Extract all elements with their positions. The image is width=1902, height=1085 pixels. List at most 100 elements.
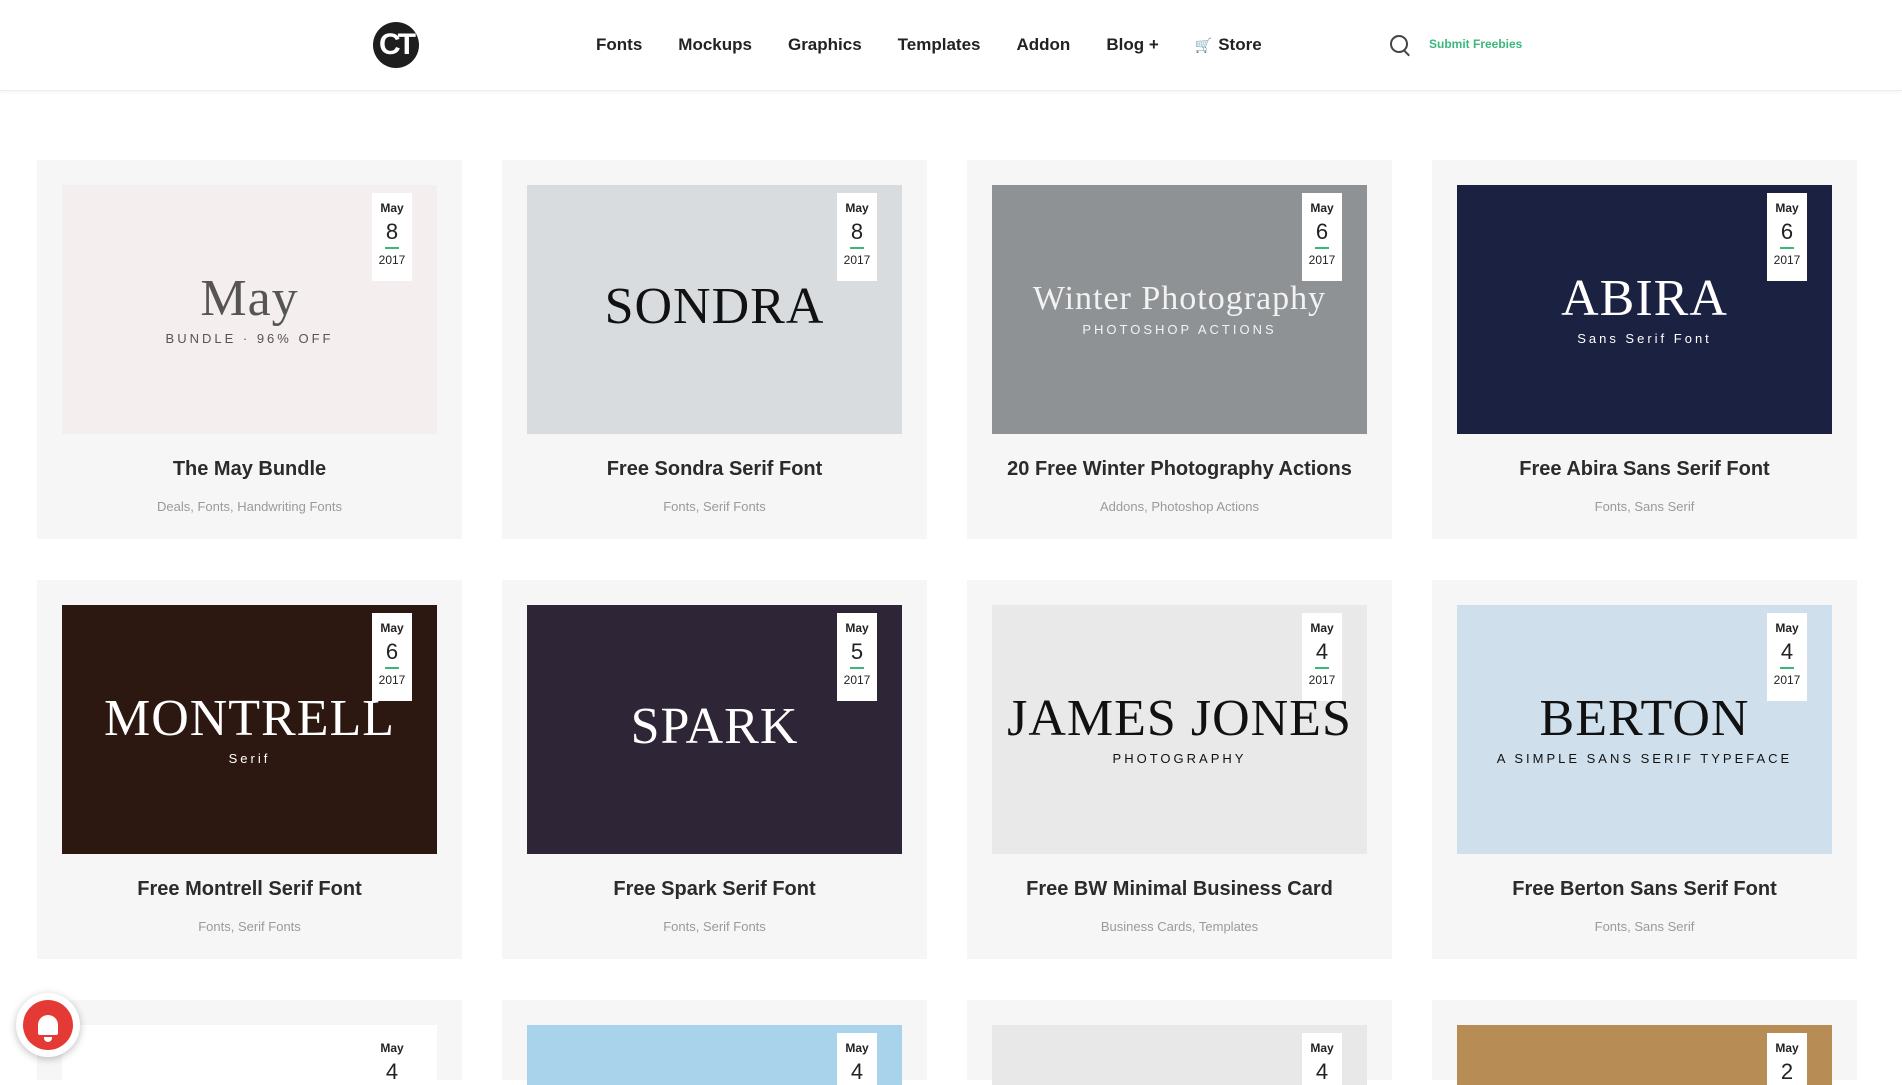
post-categories: Business Cards, Templates: [967, 919, 1392, 934]
category-link[interactable]: Fonts: [1595, 499, 1628, 514]
post-card: Winter Photography PHOTOSHOP ACTIONS May 6 2…: [967, 160, 1392, 539]
category-link[interactable]: Serif Fonts: [703, 499, 766, 514]
category-link[interactable]: Fonts: [663, 499, 696, 514]
date-day: 4: [385, 1059, 399, 1084]
thumbnail-title-text: MONTRELL: [103, 690, 396, 747]
category-link[interactable]: Serif Fonts: [238, 919, 301, 934]
nav-label: Graphics: [787, 35, 862, 54]
date-month: May: [1775, 1041, 1799, 1055]
post-thumbnail[interactable]: MONTRELL Serif May 6 2017: [62, 605, 437, 854]
post-thumbnail[interactable]: May 4: [992, 1025, 1367, 1085]
nav-item-graphics[interactable]: Graphics: [788, 35, 862, 55]
date-divider: [1780, 667, 1794, 669]
post-card: BERTON A SIMPLE SANS SERIF TYPEFACE May 4 20…: [1432, 580, 1857, 959]
post-card: SPARK May 5 2017 Free Spark Serif Font Fonts,…: [502, 580, 927, 959]
post-thumbnail[interactable]: May BUNDLE · 96% OFF May 8 2017: [62, 185, 437, 434]
post-title[interactable]: Free Montrell Serif Font: [37, 878, 462, 901]
date-day: 6: [1780, 219, 1794, 244]
nav-item-mockups[interactable]: Mockups: [678, 35, 752, 55]
date-badge: May 6 2017: [1767, 193, 1807, 281]
post-thumbnail[interactable]: SPARK May 5 2017: [527, 605, 902, 854]
date-month: May: [1310, 201, 1334, 215]
category-separator: ,: [695, 919, 703, 934]
date-divider: [385, 667, 399, 669]
post-thumbnail[interactable]: JAMES JONES PHOTOGRAPHY May 4 2017: [992, 605, 1367, 854]
post-title[interactable]: Free Sondra Serif Font: [502, 458, 927, 481]
category-link[interactable]: Photoshop Actions: [1151, 499, 1259, 514]
date-day: 4: [1780, 639, 1794, 664]
date-month: May: [380, 621, 404, 635]
post-categories: Fonts, Serif Fonts: [502, 919, 927, 934]
post-card: May 4: [37, 1000, 462, 1085]
post-title[interactable]: 20 Free Winter Photography Actions: [967, 458, 1392, 481]
date-badge: May 6 2017: [1302, 193, 1342, 281]
nav-item-templates[interactable]: Templates: [898, 35, 981, 55]
date-month: May: [845, 1041, 869, 1055]
date-day: 2: [1780, 1059, 1794, 1084]
date-year: 2017: [843, 253, 871, 267]
thumbnail-title-text: BERTON: [1539, 690, 1750, 747]
nav-item-store[interactable]: 🛒 Store: [1195, 35, 1262, 55]
thumbnail-subtitle-text: Sans Serif Font: [1577, 331, 1712, 346]
category-link[interactable]: Deals: [157, 499, 190, 514]
date-year: 2017: [1308, 253, 1336, 267]
post-thumbnail[interactable]: BERTON A SIMPLE SANS SERIF TYPEFACE May 4 20…: [1457, 605, 1832, 854]
category-link[interactable]: Handwriting Fonts: [237, 499, 342, 514]
nav-label: Templates: [897, 35, 981, 54]
main-nav: Fonts Mockups Graphics Templates Addon Blog +…: [596, 0, 1298, 90]
post-categories: Fonts, Sans Serif: [1432, 499, 1857, 514]
date-month: May: [845, 201, 869, 215]
category-link[interactable]: Fonts: [197, 499, 230, 514]
nav-item-addon[interactable]: Addon: [1017, 35, 1071, 55]
category-link[interactable]: Serif Fonts: [703, 919, 766, 934]
thumbnail-title-text: Winter Photography: [1032, 280, 1327, 317]
date-month: May: [1775, 201, 1799, 215]
category-link[interactable]: Fonts: [1595, 919, 1628, 934]
post-thumbnail[interactable]: May 4: [527, 1025, 902, 1085]
nav-item-fonts[interactable]: Fonts: [596, 35, 642, 55]
post-title[interactable]: The May Bundle: [37, 458, 462, 481]
post-thumbnail[interactable]: SONDRA May 8 2017: [527, 185, 902, 434]
post-thumbnail[interactable]: ABIRA Sans Serif Font May 6 2017: [1457, 185, 1832, 434]
date-divider: [850, 247, 864, 249]
search-icon[interactable]: [1390, 35, 1408, 53]
date-month: May: [1775, 621, 1799, 635]
post-thumbnail[interactable]: Winter Photography PHOTOSHOP ACTIONS May 6 2…: [992, 185, 1367, 434]
nav-label: Addon: [1016, 35, 1071, 54]
thumbnail-title-text: JAMES JONES: [1007, 690, 1352, 747]
date-day: 6: [1315, 219, 1329, 244]
site-logo[interactable]: CT: [373, 22, 419, 68]
category-link[interactable]: Sans Serif: [1634, 919, 1694, 934]
date-month: May: [1310, 1041, 1334, 1055]
nav-item-blog[interactable]: Blog +: [1106, 35, 1158, 55]
thumbnail-title-text: May: [200, 270, 299, 327]
thumbnail-title-text: ABIRA: [1561, 270, 1728, 327]
date-year: 2017: [1773, 673, 1801, 687]
date-badge: May 4: [837, 1033, 877, 1085]
post-thumbnail[interactable]: May 4: [62, 1025, 437, 1085]
site-header: CT Fonts Mockups Graphics Templates Addon Blo…: [0, 0, 1902, 91]
category-link[interactable]: Business Cards: [1101, 919, 1192, 934]
thumbnail-subtitle-text: BUNDLE · 96% OFF: [165, 331, 334, 346]
date-year: 2017: [378, 253, 406, 267]
category-link[interactable]: Fonts: [198, 919, 231, 934]
post-title[interactable]: Free Berton Sans Serif Font: [1432, 878, 1857, 901]
post-title[interactable]: Free Abira Sans Serif Font: [1432, 458, 1857, 481]
post-title[interactable]: Free BW Minimal Business Card: [967, 878, 1392, 901]
date-badge: May 8 2017: [372, 193, 412, 281]
category-link[interactable]: Fonts: [663, 919, 696, 934]
date-month: May: [1310, 621, 1334, 635]
notification-button[interactable]: [16, 993, 80, 1057]
post-title[interactable]: Free Spark Serif Font: [502, 878, 927, 901]
category-link[interactable]: Addons: [1100, 499, 1144, 514]
post-categories: Fonts, Serif Fonts: [37, 919, 462, 934]
category-link[interactable]: Templates: [1199, 919, 1258, 934]
thumbnail-subtitle-text: PHOTOGRAPHY: [1112, 751, 1247, 766]
date-day: 4: [850, 1059, 864, 1084]
category-link[interactable]: Sans Serif: [1634, 499, 1694, 514]
submit-freebies-link[interactable]: Submit Freebies: [1429, 37, 1522, 51]
date-badge: May 4: [372, 1033, 412, 1085]
post-thumbnail[interactable]: May 2: [1457, 1025, 1832, 1085]
post-card: JAMES JONES PHOTOGRAPHY May 4 2017 Free BW Mi…: [967, 580, 1392, 959]
date-month: May: [845, 621, 869, 635]
